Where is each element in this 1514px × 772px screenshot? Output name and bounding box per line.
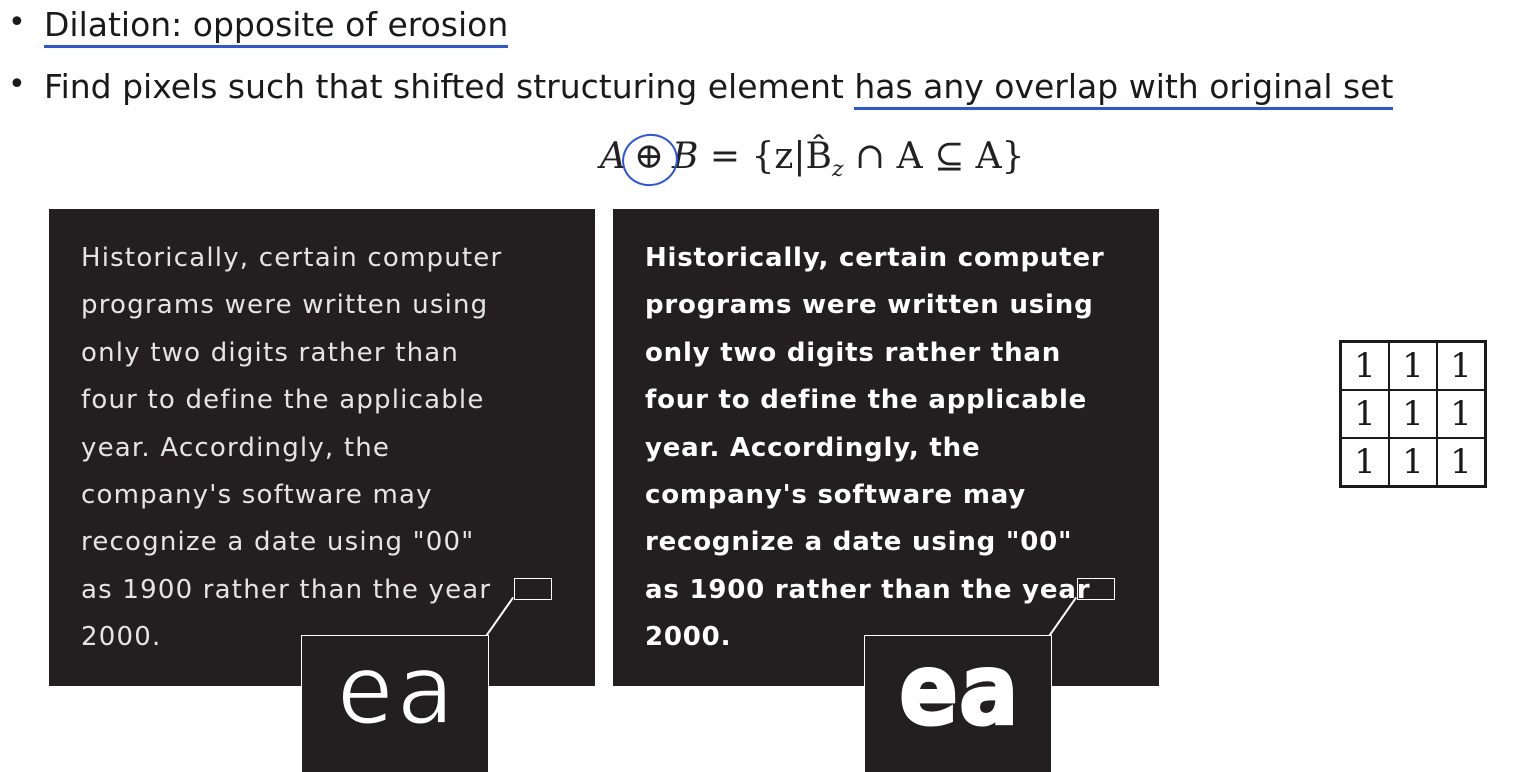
original-text-image: Historically, certain computer programs w… bbox=[49, 209, 595, 686]
highlight-box bbox=[1077, 578, 1115, 600]
zoom-letters: ea bbox=[897, 635, 1019, 746]
kernel-cell: 1 bbox=[1388, 389, 1438, 439]
structuring-element-grid: 111111111 bbox=[1339, 340, 1487, 488]
text-line: year. Accordingly, the bbox=[81, 432, 391, 463]
bullet-2-text: Find pixels such that shifted structurin… bbox=[44, 67, 1394, 110]
text-line: recognize a date using "00" bbox=[645, 527, 1073, 558]
text-line: as 1900 rather than the year bbox=[645, 574, 1091, 605]
text-line: Historically, certain computer bbox=[645, 243, 1105, 273]
bullet-1-text: Dilation: opposite of erosion bbox=[44, 5, 509, 48]
bullet-2-prefix: Find pixels such that shifted structurin… bbox=[44, 67, 855, 106]
dilation-formula: A ⊕ B = {z|B̂z ∩ A ⊆ A} bbox=[600, 128, 1025, 192]
text-line: four to define the applicable bbox=[645, 385, 1088, 416]
dilated-text-image: Historically, certain computer programs w… bbox=[613, 209, 1159, 686]
bullet-dot: • bbox=[8, 67, 26, 102]
original-text-block: Historically, certain computer programs w… bbox=[81, 235, 502, 662]
kernel-cell: 1 bbox=[1339, 389, 1390, 439]
text-line: four to define the applicable bbox=[81, 385, 485, 416]
bullet-dot: • bbox=[8, 5, 26, 40]
kernel-cell: 1 bbox=[1388, 437, 1438, 488]
text-line: Historically, certain computer bbox=[81, 243, 503, 273]
text-line: programs were written using bbox=[645, 290, 1094, 321]
kernel-row: 111 bbox=[1339, 389, 1487, 439]
text-line: company's software may bbox=[645, 480, 1027, 511]
zoom-letters: ea bbox=[335, 635, 456, 746]
dilation-operator: ⊕ bbox=[617, 128, 683, 192]
text-line: only two digits rather than bbox=[645, 337, 1062, 368]
formula-rhs: = {z|B̂ bbox=[709, 136, 832, 177]
kernel-row: 111 bbox=[1339, 437, 1487, 488]
kernel-cell: 1 bbox=[1436, 437, 1487, 488]
highlight-box bbox=[514, 578, 552, 600]
underlined-phrase: Dilation: opposite of erosion bbox=[44, 5, 509, 48]
text-line: only two digits rather than bbox=[81, 337, 460, 368]
kernel-row: 111 bbox=[1339, 340, 1487, 391]
kernel-cell: 1 bbox=[1339, 437, 1390, 488]
kernel-cell: 1 bbox=[1436, 389, 1487, 439]
text-line: year. Accordingly, the bbox=[645, 432, 981, 463]
text-line: recognize a date using "00" bbox=[81, 527, 475, 558]
dilated-text-block: Historically, certain computer programs w… bbox=[645, 235, 1105, 662]
zoom-inset-dilated: ea bbox=[864, 635, 1052, 772]
formula-subscript: z bbox=[831, 157, 844, 183]
zoom-inset-original: ea bbox=[301, 635, 489, 772]
text-line: programs were written using bbox=[81, 290, 489, 321]
underlined-phrase: has any overlap with original set bbox=[854, 67, 1394, 110]
formula-rest: ∩ A ⊆ A} bbox=[843, 136, 1025, 177]
kernel-cell: 1 bbox=[1388, 340, 1438, 391]
text-line: company's software may bbox=[81, 480, 433, 511]
text-line: as 1900 rather than the year bbox=[81, 574, 492, 605]
kernel-cell: 1 bbox=[1436, 340, 1487, 391]
kernel-cell: 1 bbox=[1339, 340, 1390, 391]
